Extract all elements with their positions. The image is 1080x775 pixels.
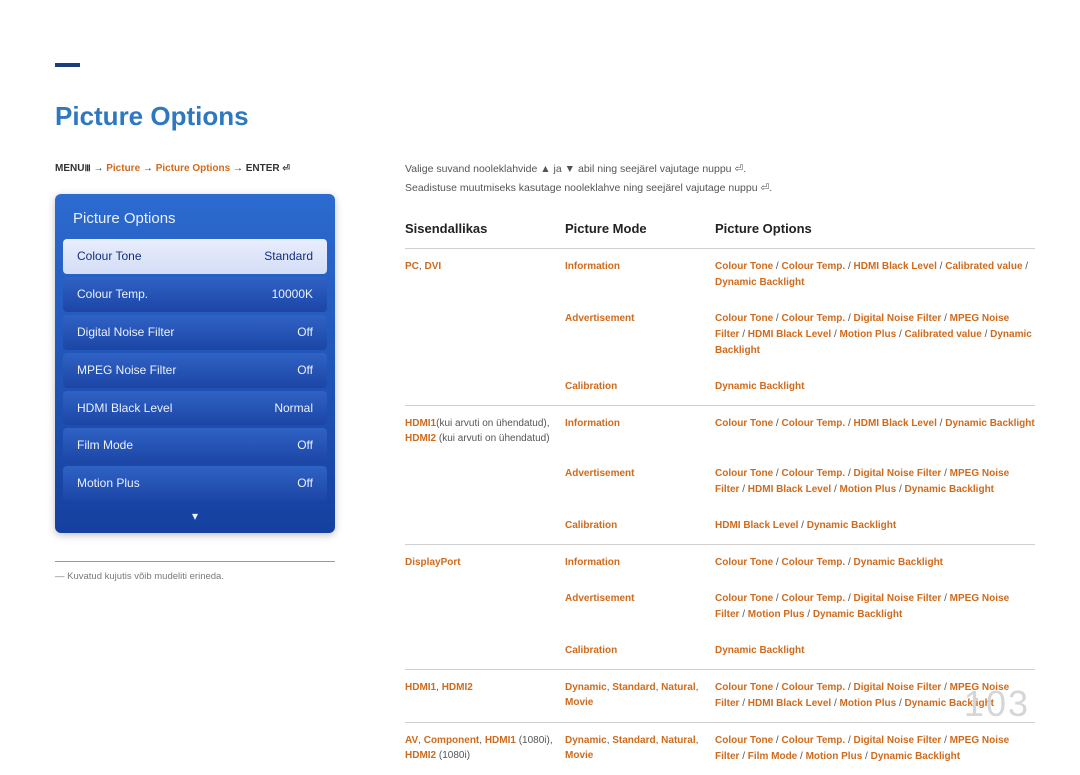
table-row: AV, Component, HDMI1 (1080i), HDMI2 (108… [405, 722, 1035, 775]
table-row: AdvertisementColour Tone / Colour Temp. … [405, 301, 1035, 369]
page-number: 103 [964, 679, 1030, 729]
cell-mode: Information [565, 555, 715, 571]
cell-mode: Advertisement [565, 466, 715, 498]
cell-mode: Calibration [565, 379, 715, 395]
enter-icon: ⏎ [760, 181, 769, 196]
cell-source: HDMI1, HDMI2 [405, 680, 565, 712]
settings-row-value: 10000K [272, 286, 313, 303]
cell-source: AV, Component, HDMI1 (1080i), HDMI2 (108… [405, 733, 565, 765]
cell-source: HDMI1(kui arvuti on ühendatud), HDMI2 (k… [405, 416, 565, 446]
cell-source [405, 518, 565, 534]
cell-options: Colour Tone / Colour Temp. / Dynamic Bac… [715, 555, 1035, 571]
cell-options: Colour Tone / Colour Temp. / HDMI Black … [715, 416, 1035, 446]
left-column: MENUⅢ → Picture → Picture Options → ENTE… [55, 162, 335, 775]
settings-row-label: HDMI Black Level [77, 400, 172, 417]
cell-options: Colour Tone / Colour Temp. / Digital Noi… [715, 466, 1035, 498]
settings-row[interactable]: Film Mode Off [63, 428, 327, 463]
breadcrumb-menu: MENU [55, 163, 84, 174]
cell-options: Colour Tone / Colour Temp. / Digital Noi… [715, 733, 1035, 765]
table-row: HDMI1, HDMI2Dynamic, Standard, Natural, … [405, 669, 1035, 722]
settings-row-label: Film Mode [77, 437, 133, 454]
table-row: AdvertisementColour Tone / Colour Temp. … [405, 581, 1035, 633]
settings-row-value: Off [297, 437, 313, 454]
chevron-down-icon[interactable]: ▾ [63, 504, 327, 525]
table-row: HDMI1(kui arvuti on ühendatud), HDMI2 (k… [405, 405, 1035, 456]
cell-options: Colour Tone / Colour Temp. / HDMI Black … [715, 259, 1035, 291]
table-header: Sisendallikas Picture Mode Picture Optio… [405, 220, 1035, 244]
right-column: Valige suvand nooleklahvide ▲ ja ▼ abil … [405, 162, 1035, 775]
col-header-source: Sisendallikas [405, 220, 565, 238]
intro-line-1: Valige suvand nooleklahvide ▲ ja ▼ abil … [405, 162, 1035, 177]
breadcrumb-arrow: → [233, 163, 243, 174]
cell-mode: Calibration [565, 518, 715, 534]
menu-icon: Ⅲ [84, 162, 90, 175]
settings-row-label: Colour Temp. [77, 286, 148, 303]
arrow-down-icon: ▼ [565, 162, 575, 177]
breadcrumb-picture-options: Picture Options [156, 163, 230, 174]
table-row: AdvertisementColour Tone / Colour Temp. … [405, 456, 1035, 508]
cell-source: DisplayPort [405, 555, 565, 571]
col-header-mode: Picture Mode [565, 220, 715, 238]
settings-panel: Picture Options Colour ToneStandardColou… [55, 194, 335, 532]
cell-options: Dynamic Backlight [715, 379, 1035, 395]
cell-mode: Dynamic, Standard, Natural, Movie [565, 733, 715, 765]
options-table: PC, DVIInformationColour Tone / Colour T… [405, 248, 1035, 775]
cell-mode: Calibration [565, 643, 715, 659]
settings-row-label: Colour Tone [77, 248, 142, 265]
cell-mode: Information [565, 416, 715, 446]
cell-mode: Information [565, 259, 715, 291]
footnote-dash: ― [55, 571, 65, 582]
breadcrumb-enter: ENTER [246, 163, 280, 174]
cell-source [405, 311, 565, 359]
footnote-text: Kuvatud kujutis võib mudeliti erineda. [67, 571, 224, 582]
enter-icon: ⏎ [282, 162, 290, 175]
cell-options: HDMI Black Level / Dynamic Backlight [715, 518, 1035, 534]
settings-row-label: Motion Plus [77, 475, 140, 492]
cell-options: Colour Tone / Colour Temp. / Digital Noi… [715, 311, 1035, 359]
breadcrumb-arrow: → [143, 163, 153, 174]
settings-row-label: MPEG Noise Filter [77, 362, 176, 379]
settings-row[interactable]: HDMI Black Level Normal [63, 391, 327, 426]
settings-row-value: Normal [274, 400, 313, 417]
panel-title: Picture Options [63, 202, 327, 239]
intro-line-2: Seadistuse muutmiseks kasutage nooleklah… [405, 181, 1035, 196]
footnote-divider [55, 561, 335, 562]
cell-mode: Dynamic, Standard, Natural, Movie [565, 680, 715, 712]
arrow-up-icon: ▲ [540, 162, 550, 177]
cell-source [405, 591, 565, 623]
settings-row[interactable]: Colour Tone Standard [63, 239, 327, 274]
settings-row[interactable]: Digital Noise Filter Off [63, 315, 327, 350]
enter-icon: ⏎ [734, 162, 743, 177]
cell-mode: Advertisement [565, 591, 715, 623]
breadcrumb-picture: Picture [106, 163, 140, 174]
table-row: PC, DVIInformationColour Tone / Colour T… [405, 248, 1035, 301]
cell-source: PC, DVI [405, 259, 565, 291]
breadcrumb: MENUⅢ → Picture → Picture Options → ENTE… [55, 162, 335, 176]
cell-options: Dynamic Backlight [715, 643, 1035, 659]
settings-row[interactable]: Motion Plus Off [63, 466, 327, 501]
cell-mode: Advertisement [565, 311, 715, 359]
settings-row-value: Off [297, 362, 313, 379]
breadcrumb-arrow: → [93, 163, 103, 174]
settings-row[interactable]: MPEG Noise Filter Off [63, 353, 327, 388]
cell-options: Colour Tone / Colour Temp. / Digital Noi… [715, 591, 1035, 623]
settings-row-value: Standard [264, 248, 313, 265]
table-row: DisplayPortInformationColour Tone / Colo… [405, 544, 1035, 581]
settings-row[interactable]: Colour Temp. 10000K [63, 277, 327, 312]
table-row: CalibrationDynamic Backlight [405, 369, 1035, 405]
footnote: ― Kuvatud kujutis võib mudeliti erineda. [55, 570, 335, 583]
page-content: Picture Options MENUⅢ → Picture → Pictur… [55, 98, 1035, 775]
settings-row-value: Off [297, 475, 313, 492]
table-row: CalibrationDynamic Backlight [405, 633, 1035, 669]
col-header-options: Picture Options [715, 220, 1035, 238]
accent-bar [55, 63, 80, 67]
cell-source [405, 379, 565, 395]
settings-row-value: Off [297, 324, 313, 341]
table-row: CalibrationHDMI Black Level / Dynamic Ba… [405, 508, 1035, 544]
cell-source [405, 643, 565, 659]
page-title: Picture Options [55, 98, 1035, 134]
cell-source [405, 466, 565, 498]
settings-row-label: Digital Noise Filter [77, 324, 174, 341]
